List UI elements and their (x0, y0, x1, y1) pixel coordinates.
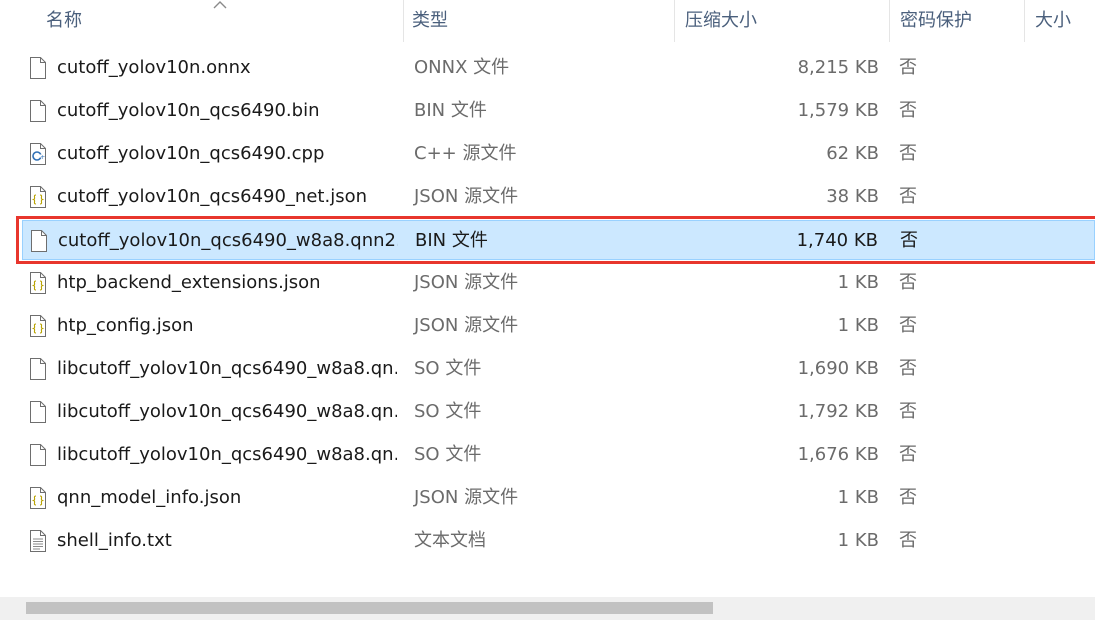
file-type: SO 文件 (414, 358, 482, 379)
horizontal-scrollbar[interactable] (0, 597, 1095, 620)
file-type: BIN 文件 (415, 230, 488, 251)
file-row[interactable]: shell_info.txt 文本文档 1 KB 否 (22, 521, 1095, 561)
file-password-protected: 否 (899, 401, 917, 422)
file-name: cutoff_yolov10n_qcs6490.cpp (57, 143, 325, 164)
json-file-icon (29, 186, 47, 208)
file-type: JSON 源文件 (414, 186, 519, 207)
file-icon (29, 57, 47, 79)
column-header-size-label: 大小 (1035, 10, 1071, 31)
json-file-icon (29, 487, 47, 509)
file-password-protected: 否 (899, 143, 917, 164)
column-header-bar: 名称 类型 压缩大小 密码保护 大小 (0, 0, 1095, 42)
file-compressed-size: 1 KB (837, 272, 879, 293)
column-header-password[interactable]: 密码保护 (890, 0, 1025, 42)
sort-ascending-icon (213, 0, 227, 10)
file-name: libcutoff_yolov10n_qcs6490_w8a8.qn... (57, 358, 397, 379)
file-compressed-size: 1,579 KB (797, 100, 879, 121)
file-password-protected: 否 (900, 230, 918, 251)
file-name: cutoff_yolov10n_qcs6490_net.json (57, 186, 367, 207)
file-icon (29, 401, 47, 423)
json-file-icon (29, 315, 47, 337)
file-type: BIN 文件 (414, 100, 487, 121)
file-type: JSON 源文件 (414, 487, 519, 508)
file-password-protected: 否 (899, 186, 917, 207)
file-compressed-size: 8,215 KB (797, 57, 879, 78)
json-file-icon (29, 272, 47, 294)
file-compressed-size: 1,792 KB (797, 401, 879, 422)
file-row[interactable]: cutoff_yolov10n.onnx ONNX 文件 8,215 KB 否 (22, 48, 1095, 88)
file-password-protected: 否 (899, 530, 917, 551)
file-type: ONNX 文件 (414, 57, 510, 78)
file-icon (30, 230, 48, 252)
file-type: JSON 源文件 (414, 272, 519, 293)
scrollbar-thumb[interactable] (26, 602, 713, 614)
svg-text:+: + (40, 154, 45, 161)
column-header-type-label: 类型 (412, 10, 448, 31)
file-icon (29, 100, 47, 122)
cpp-file-icon: + (29, 143, 47, 165)
file-name: libcutoff_yolov10n_qcs6490_w8a8.qn... (57, 401, 397, 422)
file-compressed-size: 62 KB (826, 143, 879, 164)
file-row[interactable]: + cutoff_yolov10n_qcs6490.cpp C++ 源文件 62 KB… (22, 134, 1095, 174)
file-compressed-size: 1,676 KB (797, 444, 879, 465)
file-icon (29, 444, 47, 466)
file-name: cutoff_yolov10n_qcs6490.bin (57, 100, 320, 121)
file-icon (29, 358, 47, 380)
column-header-size[interactable]: 大小 (1025, 0, 1095, 42)
file-row[interactable]: cutoff_yolov10n_qcs6490_net.json JSON 源文件… (22, 177, 1095, 217)
file-compressed-size: 1 KB (837, 530, 879, 551)
file-type: 文本文档 (414, 530, 486, 551)
file-compressed-size: 1,740 KB (796, 230, 878, 251)
file-compressed-size: 1 KB (837, 487, 879, 508)
column-header-password-label: 密码保护 (900, 10, 972, 31)
file-password-protected: 否 (899, 315, 917, 336)
file-row[interactable]: libcutoff_yolov10n_qcs6490_w8a8.qn... SO … (22, 392, 1095, 432)
file-password-protected: 否 (899, 358, 917, 379)
column-header-compressed-size[interactable]: 压缩大小 (675, 0, 890, 42)
file-type: C++ 源文件 (414, 143, 517, 164)
file-password-protected: 否 (899, 57, 917, 78)
file-type: SO 文件 (414, 401, 482, 422)
file-name: qnn_model_info.json (57, 487, 242, 508)
file-password-protected: 否 (899, 487, 917, 508)
file-password-protected: 否 (899, 272, 917, 293)
file-type: SO 文件 (414, 444, 482, 465)
file-name: libcutoff_yolov10n_qcs6490_w8a8.qn... (57, 444, 397, 465)
file-row[interactable]: libcutoff_yolov10n_qcs6490_w8a8.qn... SO … (22, 435, 1095, 475)
file-name: htp_config.json (57, 315, 194, 336)
file-name: cutoff_yolov10n.onnx (57, 57, 251, 78)
file-row[interactable]: libcutoff_yolov10n_qcs6490_w8a8.qn... SO … (22, 349, 1095, 389)
file-row[interactable]: htp_config.json JSON 源文件 1 KB 否 (22, 306, 1095, 346)
file-password-protected: 否 (899, 100, 917, 121)
file-row[interactable]: cutoff_yolov10n_qcs6490.bin BIN 文件 1,579 K… (22, 91, 1095, 131)
file-compressed-size: 38 KB (826, 186, 879, 207)
file-name: shell_info.txt (57, 530, 172, 551)
file-row[interactable]: cutoff_yolov10n_qcs6490_w8a8.qnn2... BIN … (22, 220, 1095, 260)
archive-file-list: 名称 类型 压缩大小 密码保护 大小 cutoff_yolov10n.onnx O… (0, 0, 1095, 620)
file-compressed-size: 1,690 KB (797, 358, 879, 379)
column-header-name-label: 名称 (46, 10, 82, 31)
file-name: htp_backend_extensions.json (57, 272, 321, 293)
column-header-type[interactable]: 类型 (404, 0, 675, 42)
text-file-icon (29, 530, 47, 552)
file-password-protected: 否 (899, 444, 917, 465)
file-row[interactable]: htp_backend_extensions.json JSON 源文件 1 KB 否 (22, 263, 1095, 303)
column-header-compressed-size-label: 压缩大小 (685, 10, 757, 31)
file-compressed-size: 1 KB (837, 315, 879, 336)
file-name: cutoff_yolov10n_qcs6490_w8a8.qnn2... (58, 230, 398, 251)
file-row[interactable]: qnn_model_info.json JSON 源文件 1 KB 否 (22, 478, 1095, 518)
file-type: JSON 源文件 (414, 315, 519, 336)
